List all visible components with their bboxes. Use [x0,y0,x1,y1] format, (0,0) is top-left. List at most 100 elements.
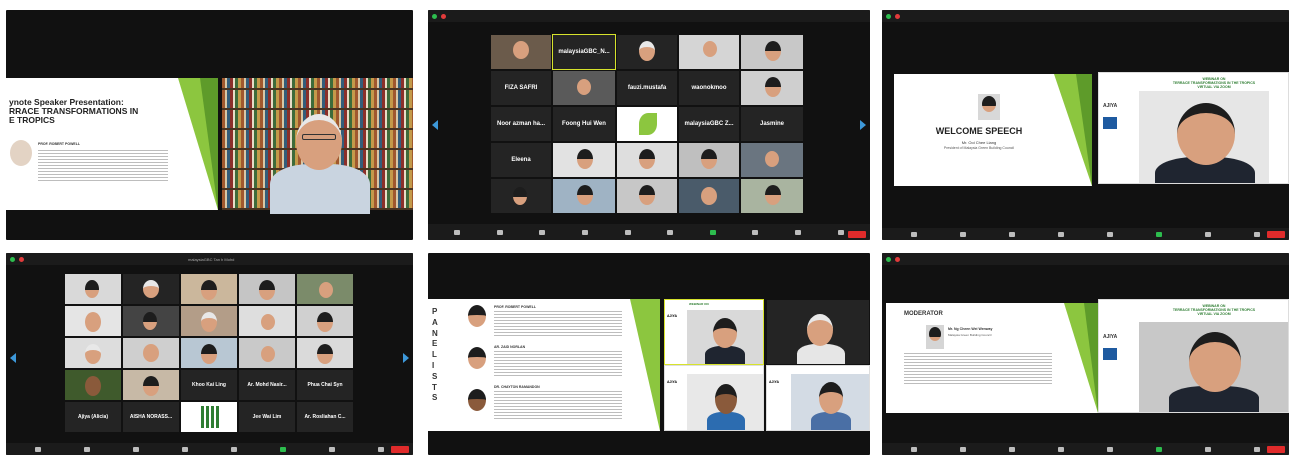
participant-name-tile[interactable]: Ajiya (Alicia) [64,401,122,433]
share-screen-icon[interactable] [279,446,286,452]
gallery-prev-arrow-icon[interactable] [432,120,438,130]
participant-video-tile[interactable] [296,337,354,369]
participant-video-tile[interactable] [64,305,122,337]
reactions-icon[interactable] [1253,231,1260,237]
end-meeting-button[interactable] [848,231,866,238]
mute-icon[interactable] [454,229,461,235]
participant-video-tile[interactable] [552,70,616,106]
end-meeting-button[interactable] [1267,231,1285,238]
breakout-rooms-icon[interactable] [795,229,802,235]
recording-icon [895,256,900,262]
participant-name-tile[interactable]: AISHA NORASS... [122,401,180,433]
participant-name-tile[interactable]: fauzi.mustafa [616,70,678,106]
zoom-toolbar [6,443,413,455]
record-icon[interactable] [1204,446,1211,452]
security-icon[interactable] [133,446,140,452]
participant-name-tile[interactable]: Khoo Kai Ling [180,369,238,401]
participant-name-tile[interactable]: malaysiaGBC_N... [552,34,616,70]
participant-name-tile[interactable]: Eleena [490,142,552,178]
panelist-video-tile[interactable]: WEBINAR ON AJIYA [664,299,764,365]
participant-video-tile[interactable] [296,273,354,305]
participant-video-tile[interactable] [64,337,122,369]
security-icon[interactable] [1009,446,1016,452]
participant-video-tile[interactable] [238,273,296,305]
end-meeting-button[interactable] [391,446,409,453]
participant-video-tile[interactable] [122,305,180,337]
panelist-video-tile[interactable]: AJIYA [766,365,870,431]
video-icon[interactable] [84,446,91,452]
participant-video-tile[interactable] [616,106,678,142]
participant-video-tile[interactable] [64,369,122,401]
record-icon[interactable] [752,229,759,235]
participants-icon[interactable] [1058,446,1065,452]
zoom-toolbar [882,443,1289,455]
participant-video-tile[interactable] [552,142,616,178]
mute-icon[interactable] [35,446,42,452]
participant-name-tile[interactable]: malaysiaGBC Z... [678,106,740,142]
participant-video-tile[interactable] [616,34,678,70]
reactions-icon[interactable] [377,446,384,452]
participant-name-tile[interactable]: Noor azman ha... [490,106,552,142]
participant-video-tile[interactable] [180,337,238,369]
participant-name-tile[interactable]: Jee Wai Lim [238,401,296,433]
panelist-video-tile[interactable] [766,299,870,365]
participant-video-tile[interactable] [180,401,238,433]
gallery-next-arrow-icon[interactable] [403,353,409,363]
participant-video-tile[interactable] [490,34,552,70]
security-icon[interactable] [539,229,546,235]
chat-icon[interactable] [667,229,674,235]
participant-video-tile[interactable] [678,34,740,70]
share-screen-icon[interactable] [709,229,716,235]
chat-icon[interactable] [230,446,237,452]
participant-video-tile[interactable] [678,142,740,178]
participant-video-tile[interactable] [616,178,678,214]
mute-icon[interactable] [911,446,918,452]
participant-name-tile[interactable]: Phua Chai Syn [296,369,354,401]
participant-video-tile[interactable] [740,34,804,70]
participant-video-tile[interactable] [64,273,122,305]
gallery-next-arrow-icon[interactable] [860,120,866,130]
participants-icon[interactable] [582,229,589,235]
participant-video-tile[interactable] [122,273,180,305]
participant-video-tile[interactable] [616,142,678,178]
participants-icon[interactable] [182,446,189,452]
participant-name-tile[interactable]: waonokmoo [678,70,740,106]
polls-icon[interactable] [624,229,631,235]
participant-video-tile[interactable] [490,178,552,214]
participant-name-tile[interactable]: FIZA SAFRI [490,70,552,106]
participant-video-tile[interactable] [180,273,238,305]
participant-video-tile[interactable] [180,305,238,337]
participant-name-tile[interactable]: Ar. Mohd Nasir... [238,369,296,401]
video-icon[interactable] [960,231,967,237]
chat-icon[interactable] [1106,231,1113,237]
participant-video-tile[interactable] [740,142,804,178]
participant-video-tile[interactable] [740,70,804,106]
participant-video-tile[interactable] [238,337,296,369]
participant-video-tile[interactable] [740,178,804,214]
panelist-bio [494,351,622,377]
participant-video-tile[interactable] [122,369,180,401]
participant-video-tile[interactable] [296,305,354,337]
chat-icon[interactable] [1106,446,1113,452]
video-icon[interactable] [960,446,967,452]
participant-name-tile[interactable]: Ar. Rosliahan C... [296,401,354,433]
end-meeting-button[interactable] [1267,446,1285,453]
participant-video-tile[interactable] [552,178,616,214]
record-icon[interactable] [1204,231,1211,237]
security-icon[interactable] [1009,231,1016,237]
gallery-prev-arrow-icon[interactable] [10,353,16,363]
share-screen-icon[interactable] [1155,446,1162,452]
participant-video-tile[interactable] [678,178,740,214]
video-icon[interactable] [496,229,503,235]
participant-video-tile[interactable] [238,305,296,337]
record-icon[interactable] [328,446,335,452]
participant-name-tile[interactable]: Jasmine [740,106,804,142]
reactions-icon[interactable] [1253,446,1260,452]
reactions-icon[interactable] [837,229,844,235]
participant-name-tile[interactable]: Foong Hui Wen [552,106,616,142]
panelist-video-tile[interactable]: AJIYA [664,365,764,431]
share-screen-icon[interactable] [1155,231,1162,237]
mute-icon[interactable] [911,231,918,237]
participant-video-tile[interactable] [122,337,180,369]
participants-icon[interactable] [1058,231,1065,237]
